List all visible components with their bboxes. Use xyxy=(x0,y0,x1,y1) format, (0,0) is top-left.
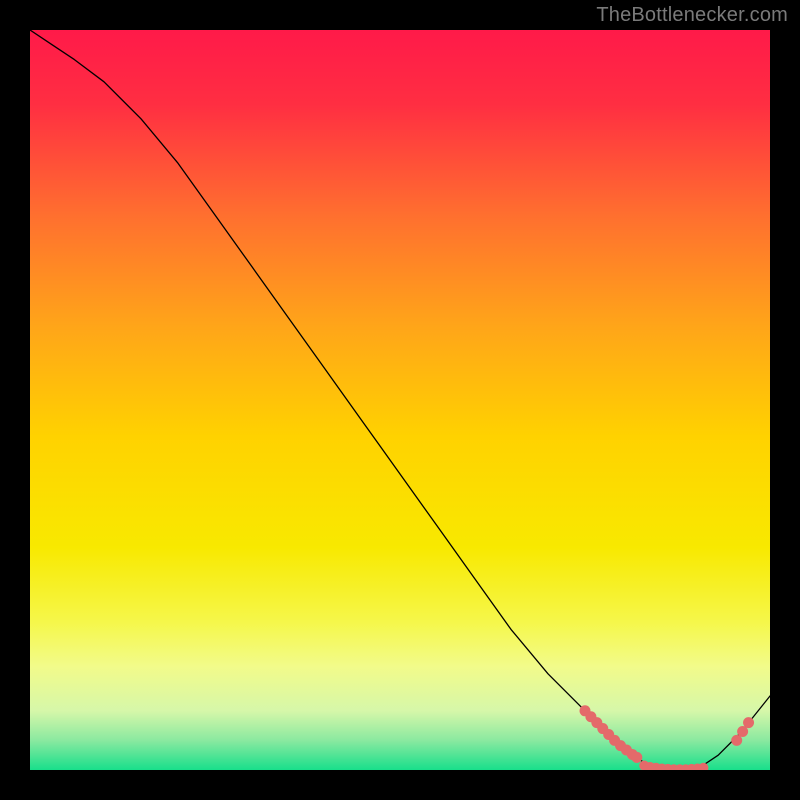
attribution-label: TheBottlenecker.com xyxy=(596,4,788,27)
chart-frame: TheBottlenecker.com xyxy=(0,0,800,800)
bottleneck-chart xyxy=(30,30,770,770)
data-point xyxy=(631,752,642,763)
gradient-background xyxy=(30,30,770,770)
data-point xyxy=(743,717,754,728)
plot-area xyxy=(30,30,770,770)
